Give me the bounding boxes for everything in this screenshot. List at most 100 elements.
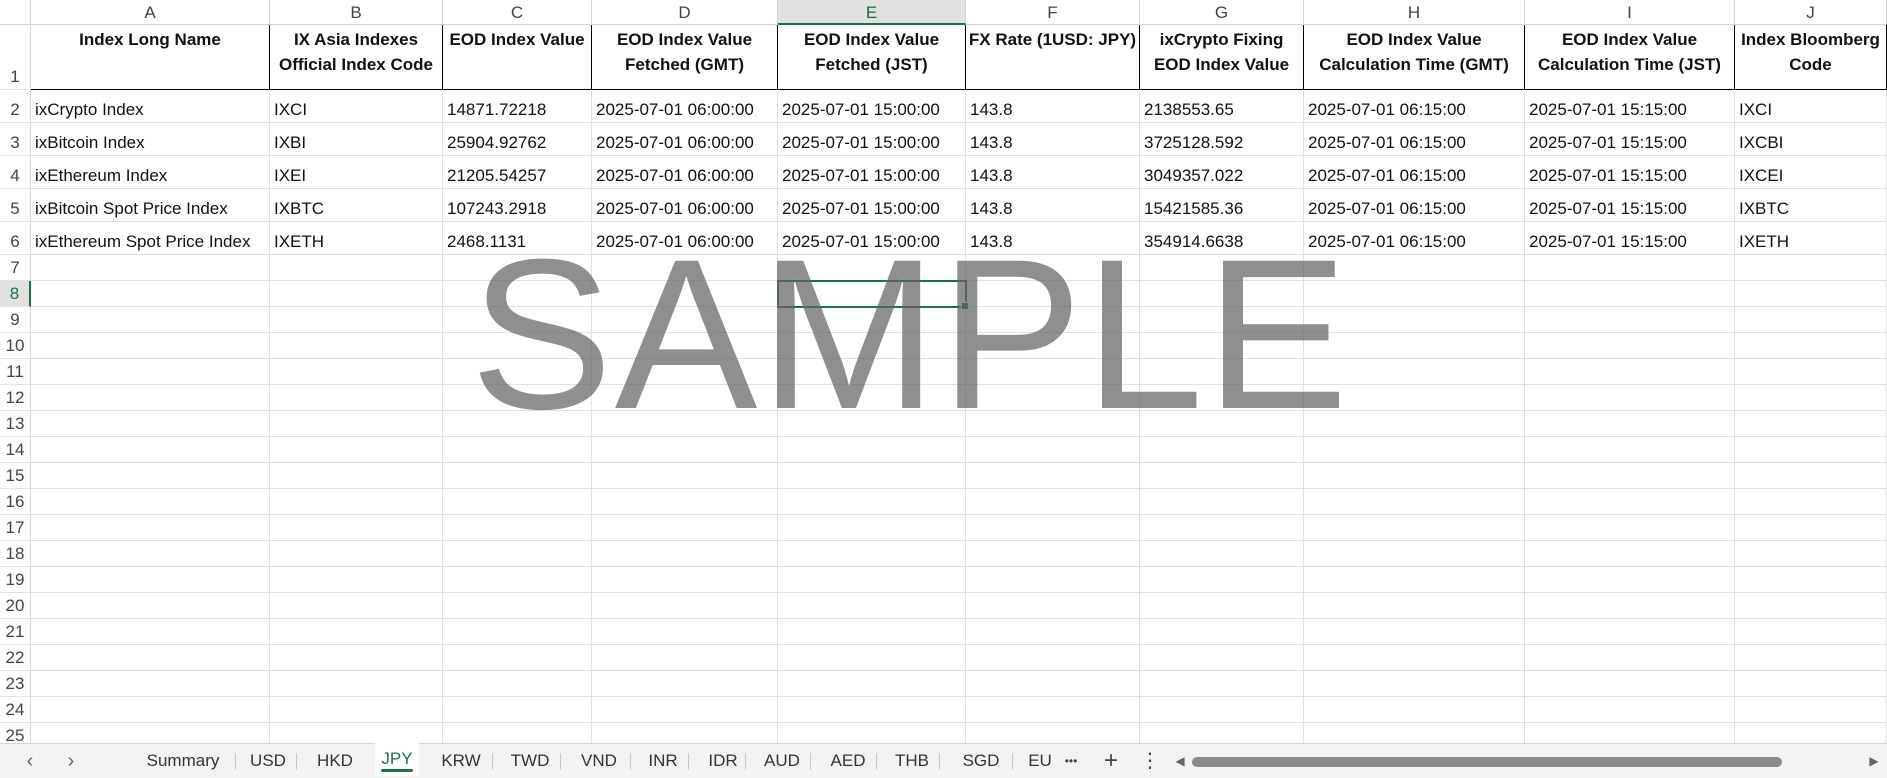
empty-cell[interactable] xyxy=(966,463,1140,489)
column-header-i[interactable]: I xyxy=(1525,0,1735,25)
empty-cell[interactable] xyxy=(1735,385,1887,411)
empty-cell[interactable] xyxy=(592,515,778,541)
row-header-3[interactable]: 3 xyxy=(0,123,31,156)
empty-cell[interactable] xyxy=(443,489,592,515)
empty-cell[interactable] xyxy=(1525,723,1735,743)
empty-cell[interactable] xyxy=(1525,411,1735,437)
table-cell[interactable]: 2025-07-01 06:00:00 xyxy=(592,123,778,156)
column-header-j[interactable]: J xyxy=(1735,0,1887,25)
empty-cell[interactable] xyxy=(270,307,443,333)
table-cell[interactable]: IXBTC xyxy=(1735,189,1887,222)
empty-cell[interactable] xyxy=(1304,333,1525,359)
table-cell[interactable]: IXETH xyxy=(1735,222,1887,255)
empty-cell[interactable] xyxy=(778,697,966,723)
empty-cell[interactable] xyxy=(1525,697,1735,723)
empty-cell[interactable] xyxy=(270,593,443,619)
column-header-g[interactable]: G xyxy=(1140,0,1304,25)
empty-cell[interactable] xyxy=(966,619,1140,645)
column-header-b[interactable]: B xyxy=(270,0,443,25)
row-header-17[interactable]: 17 xyxy=(0,515,31,541)
row-header-1[interactable]: 1 xyxy=(0,25,31,90)
empty-cell[interactable] xyxy=(1525,359,1735,385)
empty-cell[interactable] xyxy=(592,489,778,515)
table-cell[interactable]: ixEthereum Spot Price Index xyxy=(31,222,270,255)
table-cell[interactable]: 15421585.36 xyxy=(1140,189,1304,222)
row-header-15[interactable]: 15 xyxy=(0,463,31,489)
row-header-10[interactable]: 10 xyxy=(0,333,31,359)
empty-cell[interactable] xyxy=(1140,385,1304,411)
table-cell[interactable]: IXCEI xyxy=(1735,156,1887,189)
empty-cell[interactable] xyxy=(592,359,778,385)
empty-cell[interactable] xyxy=(592,255,778,281)
row-header-18[interactable]: 18 xyxy=(0,541,31,567)
table-cell[interactable]: IXBI xyxy=(270,123,443,156)
empty-cell[interactable] xyxy=(778,281,966,307)
empty-cell[interactable] xyxy=(443,333,592,359)
empty-cell[interactable] xyxy=(31,333,270,359)
empty-cell[interactable] xyxy=(270,567,443,593)
empty-cell[interactable] xyxy=(1525,463,1735,489)
column-header-f[interactable]: F xyxy=(966,0,1140,25)
spreadsheet-grid[interactable]: A B C D E F G H I J 1 2 3 4 5 6 7 8 9 10 11 12 13 14 15 16 17 18 19 2… xyxy=(0,0,1887,743)
row-header-14[interactable]: 14 xyxy=(0,437,31,463)
empty-cell[interactable] xyxy=(1140,281,1304,307)
header-cell-i[interactable]: EOD Index Value Calculation Time (JST) xyxy=(1525,25,1735,90)
empty-cell[interactable] xyxy=(1525,567,1735,593)
table-cell[interactable]: IXEI xyxy=(270,156,443,189)
row-header-23[interactable]: 23 xyxy=(0,671,31,697)
empty-cell[interactable] xyxy=(966,333,1140,359)
empty-cell[interactable] xyxy=(443,281,592,307)
empty-cell[interactable] xyxy=(778,723,966,743)
empty-cell[interactable] xyxy=(270,333,443,359)
empty-cell[interactable] xyxy=(1304,489,1525,515)
row-header-24[interactable]: 24 xyxy=(0,697,31,723)
empty-cell[interactable] xyxy=(443,385,592,411)
empty-cell[interactable] xyxy=(443,567,592,593)
sheet-menu-icon[interactable]: ⋮ xyxy=(1140,744,1160,778)
table-cell[interactable]: IXBTC xyxy=(270,189,443,222)
empty-cell[interactable] xyxy=(443,411,592,437)
empty-cell[interactable] xyxy=(1304,723,1525,743)
table-cell[interactable]: 2025-07-01 06:15:00 xyxy=(1304,222,1525,255)
empty-cell[interactable] xyxy=(1304,411,1525,437)
row-header-13[interactable]: 13 xyxy=(0,411,31,437)
row-header-11[interactable]: 11 xyxy=(0,359,31,385)
empty-cell[interactable] xyxy=(966,593,1140,619)
empty-cell[interactable] xyxy=(1304,359,1525,385)
empty-cell[interactable] xyxy=(778,463,966,489)
scroll-left-icon[interactable]: ◀ xyxy=(1172,753,1188,769)
empty-cell[interactable] xyxy=(270,697,443,723)
empty-cell[interactable] xyxy=(778,359,966,385)
empty-cell[interactable] xyxy=(31,489,270,515)
empty-cell[interactable] xyxy=(966,541,1140,567)
empty-cell[interactable] xyxy=(1140,489,1304,515)
empty-cell[interactable] xyxy=(966,255,1140,281)
empty-cell[interactable] xyxy=(778,567,966,593)
empty-cell[interactable] xyxy=(1304,437,1525,463)
empty-cell[interactable] xyxy=(1525,515,1735,541)
empty-cell[interactable] xyxy=(778,307,966,333)
table-cell[interactable]: 143.8 xyxy=(966,189,1140,222)
empty-cell[interactable] xyxy=(778,593,966,619)
empty-cell[interactable] xyxy=(592,437,778,463)
empty-cell[interactable] xyxy=(1304,541,1525,567)
empty-cell[interactable] xyxy=(1735,411,1887,437)
empty-cell[interactable] xyxy=(1140,593,1304,619)
empty-cell[interactable] xyxy=(1735,593,1887,619)
empty-cell[interactable] xyxy=(1525,255,1735,281)
table-cell[interactable]: 2025-07-01 15:15:00 xyxy=(1525,189,1735,222)
empty-cell[interactable] xyxy=(270,463,443,489)
row-header-8[interactable]: 8 xyxy=(0,281,31,307)
table-cell[interactable]: 3049357.022 xyxy=(1140,156,1304,189)
empty-cell[interactable] xyxy=(1304,593,1525,619)
empty-cell[interactable] xyxy=(1304,619,1525,645)
empty-cell[interactable] xyxy=(966,723,1140,743)
sheet-tab-vnd[interactable]: VND xyxy=(570,744,628,778)
next-sheet-arrow-icon[interactable]: › xyxy=(58,749,84,773)
table-cell[interactable]: 143.8 xyxy=(966,222,1140,255)
empty-cell[interactable] xyxy=(270,489,443,515)
empty-cell[interactable] xyxy=(778,255,966,281)
empty-cell[interactable] xyxy=(778,645,966,671)
column-header-a[interactable]: A xyxy=(31,0,270,25)
header-cell-e[interactable]: EOD Index Value Fetched (JST) xyxy=(778,25,966,90)
